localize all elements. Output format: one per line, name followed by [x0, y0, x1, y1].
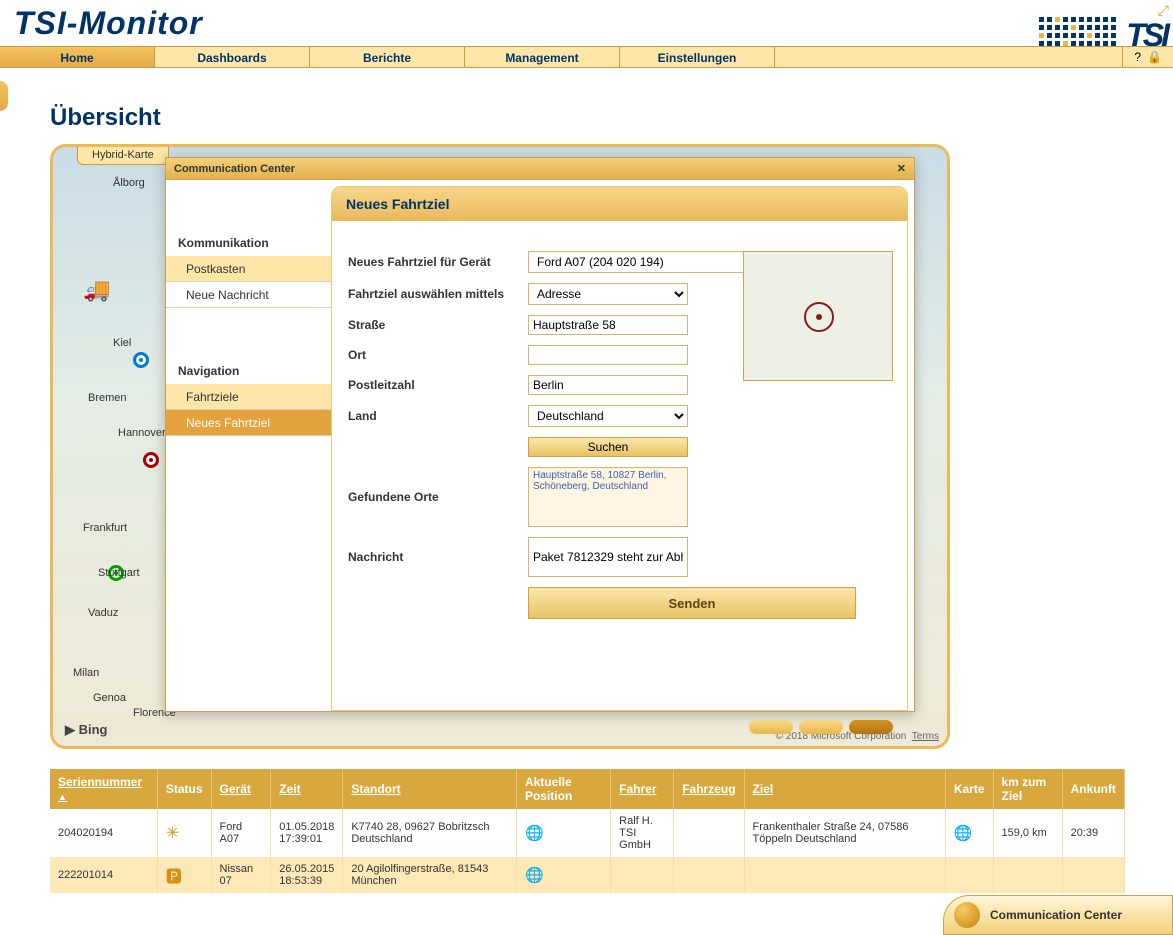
marker-blue[interactable]	[133, 352, 149, 368]
col-standort[interactable]: Standort	[343, 769, 517, 809]
sidebar-item-neue-nachricht[interactable]: Neue Nachricht	[166, 282, 331, 308]
globe-icon[interactable]: 🌐	[954, 825, 973, 842]
label-country: Land	[348, 409, 528, 423]
sidebar-item-fahrtziele[interactable]: Fahrtziele	[166, 384, 331, 410]
marker-red[interactable]	[143, 452, 159, 468]
map-type-tab[interactable]: Hybrid-Karte	[77, 146, 169, 165]
nav-einstellungen[interactable]: Einstellungen	[620, 47, 775, 67]
map-city-label: Milan	[73, 667, 99, 679]
globe-icon[interactable]: 🌐	[525, 867, 544, 884]
communication-center-tab[interactable]: Communication Center	[943, 895, 1173, 935]
parking-icon: 🅿︎	[166, 869, 182, 886]
map-city-label: Ålborg	[113, 177, 145, 189]
globe-icon	[954, 902, 980, 928]
col-fahrer[interactable]: Fahrer	[611, 769, 674, 809]
map-city-label: Kiel	[113, 337, 131, 349]
table-row[interactable]: 204020194✳︎Ford A0701.05.201817:39:01K77…	[50, 809, 1125, 857]
nav-dashboards[interactable]: Dashboards	[155, 47, 310, 67]
country-select[interactable]: Deutschland	[528, 405, 688, 427]
nav-berichte[interactable]: Berichte	[310, 47, 465, 67]
col-aktuelle-position[interactable]: Aktuelle Position	[516, 769, 610, 809]
sidebar-item-neues-fahrtziel[interactable]: Neues Fahrtziel	[166, 410, 331, 436]
nav-management[interactable]: Management	[465, 47, 620, 67]
map-city-label: Stuttgart	[98, 567, 140, 579]
brand-title: TSI-Monitor	[0, 5, 203, 42]
truck-icon: 🚚	[83, 277, 110, 303]
col-ankunft[interactable]: Ankunft	[1062, 769, 1124, 809]
col-status[interactable]: Status	[157, 769, 211, 809]
mini-zoom-2[interactable]	[799, 720, 843, 734]
map-city-label: Vaduz	[88, 607, 118, 619]
col-seriennummer[interactable]: Seriennummer ▲	[50, 769, 157, 809]
form-title: Neues Fahrtziel	[332, 187, 907, 221]
col-zeit[interactable]: Zeit	[271, 769, 343, 809]
nav-swoosh	[0, 81, 8, 111]
dialog-title: Communication Center	[174, 163, 295, 175]
mini-zoom-3[interactable]	[849, 720, 893, 734]
dialog-sidebar: Kommunikation Postkasten Neue Nachricht …	[166, 180, 331, 711]
mini-map-zoom-pills	[749, 720, 893, 734]
bing-logo: Bing	[65, 722, 108, 738]
col-ziel[interactable]: Ziel	[744, 769, 945, 809]
map-city-label: Frankfurt	[83, 522, 127, 534]
target-icon	[804, 302, 834, 332]
message-input[interactable]	[528, 537, 688, 577]
street-input[interactable]	[528, 315, 688, 335]
help-icon[interactable]: ?	[1134, 50, 1141, 64]
page-title: Übersicht	[0, 68, 1173, 144]
terms-link[interactable]: Terms	[912, 731, 939, 742]
select-by-select[interactable]: Adresse	[528, 283, 688, 305]
comm-tab-label: Communication Center	[990, 908, 1122, 922]
communication-center-dialog: Communication Center ✕ Kommunikation Pos…	[165, 157, 915, 712]
sidebar-group-kommunikation[interactable]: Kommunikation	[166, 230, 331, 256]
col-gerät[interactable]: Gerät	[211, 769, 271, 809]
sidebar-item-postkasten[interactable]: Postkasten	[166, 256, 331, 282]
zip-input[interactable]	[528, 375, 688, 395]
globe-icon[interactable]: 🌐	[525, 825, 544, 842]
city-input[interactable]	[528, 345, 688, 365]
nav-home[interactable]: Home	[0, 47, 155, 67]
col-karte[interactable]: Karte	[945, 769, 993, 809]
dialog-titlebar[interactable]: Communication Center ✕	[166, 158, 914, 180]
table-row[interactable]: 222201014🅿︎Nissan 0726.05.201518:53:3920…	[50, 857, 1125, 893]
dialog-main: Neues Fahrtziel Neues Fahrtziel für Gerä…	[331, 186, 908, 711]
label-found: Gefundene Orte	[348, 490, 528, 504]
route-icon: ✳︎	[166, 825, 179, 842]
close-icon[interactable]: ✕	[897, 162, 906, 175]
map-city-label: Bremen	[88, 392, 127, 404]
map[interactable]: Hybrid-Karte 🚚 Ålborg Kiel Bremen Hannover F…	[50, 144, 950, 749]
map-city-label: Hannover	[118, 427, 166, 439]
col-km-zum-ziel[interactable]: km zum Ziel	[993, 769, 1062, 809]
label-select-by: Fahrtziel auswählen mittels	[348, 287, 528, 301]
label-zip: Postleitzahl	[348, 378, 528, 392]
main-nav: Home Dashboards Berichte Management Eins…	[0, 46, 1173, 68]
map-city-label: Genoa	[93, 692, 126, 704]
label-message: Nachricht	[348, 550, 528, 564]
label-street: Straße	[348, 318, 528, 332]
label-city: Ort	[348, 348, 528, 362]
col-fahrzeug[interactable]: Fahrzeug	[674, 769, 744, 809]
vehicle-table: Seriennummer ▲StatusGerätZeitStandortAkt…	[50, 769, 1125, 893]
send-button[interactable]: Senden	[528, 587, 856, 619]
search-button[interactable]: Suchen	[528, 437, 688, 457]
lock-icon[interactable]: 🔒	[1147, 50, 1162, 64]
mini-map[interactable]	[743, 251, 893, 381]
found-places-list[interactable]: Hauptstraße 58, 10827 Berlin, Schöneberg…	[528, 467, 688, 527]
sidebar-group-navigation[interactable]: Navigation	[166, 358, 331, 384]
label-device: Neues Fahrtziel für Gerät	[348, 255, 528, 269]
mini-zoom-1[interactable]	[749, 720, 793, 734]
